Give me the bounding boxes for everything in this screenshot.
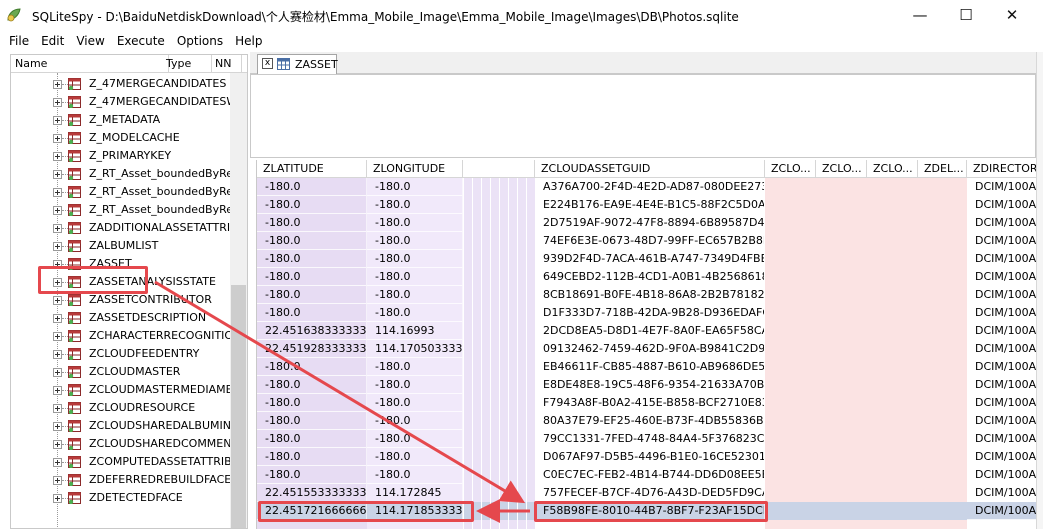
arrow-to-guid: [154, 280, 526, 504]
annotation-arrows: [154, 280, 530, 523]
